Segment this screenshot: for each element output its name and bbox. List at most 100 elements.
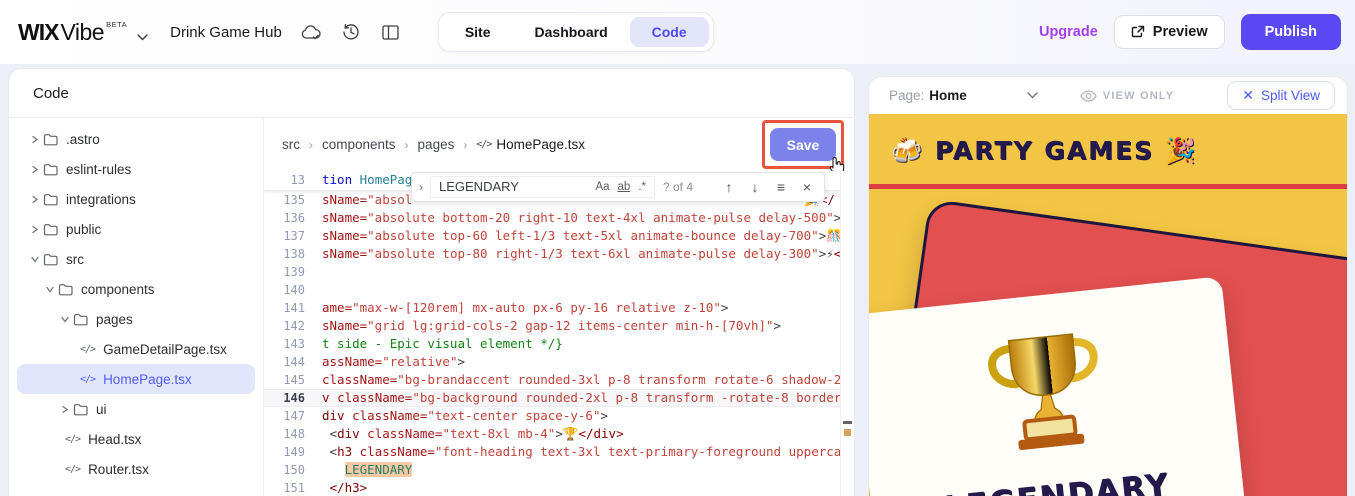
code-line-148[interactable]: 148 <div className="text-8xl mb-4">🏆</di… (264, 425, 854, 443)
code-file-icon: </> (65, 463, 81, 475)
tab-site[interactable]: Site (443, 17, 513, 47)
page-selector-value[interactable]: Home (929, 88, 967, 103)
line-number: 144 (283, 355, 305, 369)
code-line-144[interactable]: 144 assName="relative"> (264, 353, 854, 371)
publish-button[interactable]: Publish (1240, 14, 1341, 50)
tree-folder-integrations[interactable]: integrations (9, 184, 263, 214)
tree-file-homepage-tsx[interactable]: </> HomePage.tsx (17, 364, 255, 394)
tree-file-router-tsx[interactable]: </> Router.tsx (9, 454, 263, 484)
chevron-right-icon[interactable]: › (412, 178, 430, 196)
editor-scrollbar[interactable] (840, 171, 854, 496)
line-number: 13 (290, 173, 305, 187)
breadcrumb-item[interactable]: components (322, 137, 396, 152)
scrollbar-thumb[interactable] (843, 421, 852, 424)
folder-icon (43, 253, 58, 266)
regex-toggle[interactable]: .* (634, 177, 650, 197)
code-file-icon: </> (80, 373, 96, 385)
preview-button[interactable]: Preview (1113, 15, 1225, 49)
tree-folder-ui[interactable]: ui (9, 394, 263, 424)
tab-dashboard[interactable]: Dashboard (513, 17, 630, 47)
rotated-white-card: LEGENDARY (869, 276, 1266, 496)
chevron-icon[interactable] (57, 315, 73, 324)
code-line-138[interactable]: 138 sName="absolute top-80 right-1/3 text… (264, 245, 854, 263)
view-only-label: VIEW ONLY (1102, 89, 1175, 102)
folder-icon (73, 403, 88, 416)
folder-icon (43, 193, 58, 206)
chevron-down-icon[interactable] (137, 33, 148, 41)
split-view-label: Split View (1260, 88, 1320, 103)
line-number: 143 (283, 337, 305, 351)
site-header-title: 🍻 PARTY GAMES 🎉 (891, 136, 1198, 165)
code-file-icon: </> (65, 433, 81, 445)
tree-file-gamedetailpage-tsx[interactable]: </> GameDetailPage.tsx (9, 334, 263, 364)
cloud-check-icon[interactable] (300, 21, 322, 43)
match-case-toggle[interactable]: Aa (591, 177, 613, 197)
chevron-icon[interactable] (57, 405, 73, 414)
line-number: 148 (283, 427, 305, 441)
chevron-icon[interactable] (27, 135, 43, 144)
breadcrumb-item[interactable]: pages (418, 137, 455, 152)
history-icon[interactable] (340, 21, 362, 43)
find-input[interactable]: LEGENDARY Aa ab .* (430, 176, 655, 198)
whole-word-toggle[interactable]: ab (614, 177, 635, 197)
arrow-down-icon[interactable]: ↓ (744, 176, 766, 198)
rotated-red-card: LEGENDARY (869, 198, 1347, 496)
code-line-147[interactable]: 147 div className="text-center space-y-6"… (264, 407, 854, 425)
code-line-143[interactable]: 143 t side - Epic visual element */} (264, 335, 854, 353)
code-line-145[interactable]: 145 className="bg-brandaccent rounded-3xl… (264, 371, 854, 389)
split-view-button[interactable]: ✕ Split View (1227, 81, 1335, 110)
breadcrumb-file-label: HomePage.tsx (496, 137, 585, 152)
code-line-146[interactable]: 146 v className="bg-background rounded-2x… (264, 389, 854, 407)
upgrade-link[interactable]: Upgrade (1039, 24, 1098, 40)
code-area[interactable]: 13tion HomePag 135sName="absol🎉</136sNam… (264, 171, 854, 496)
tree-folder-pages[interactable]: pages (9, 304, 263, 334)
find-results-count: ? of 4 (663, 180, 694, 194)
project-name: Drink Game Hub (170, 23, 282, 41)
split-panel-icon[interactable] (380, 21, 402, 43)
tree-folder-components[interactable]: components (9, 274, 263, 304)
tree-file-head-tsx[interactable]: </> Head.tsx (9, 424, 263, 454)
code-panel-header: Code (9, 69, 854, 118)
tree-folder--astro[interactable]: .astro (9, 124, 263, 154)
code-line-141[interactable]: 141 ame="max-w-[120rem] mx-auto px-6 py-1… (264, 299, 854, 317)
code-line-150[interactable]: 150 LEGENDARY (264, 461, 854, 479)
code-line-151[interactable]: 151 </h3> (264, 479, 854, 496)
code-line-142[interactable]: 142 sName="grid lg:grid-cols-2 gap-12 ite… (264, 317, 854, 335)
line-number: 138 (283, 247, 305, 261)
chevron-icon[interactable] (27, 225, 43, 234)
workspace: Code .astro eslint-rules integrations publi… (0, 64, 1355, 496)
tree-folder-src[interactable]: src (9, 244, 263, 274)
tree-folder-public[interactable]: public (9, 214, 263, 244)
wix-vibe-logo[interactable]: WIX Vibe BETA (18, 19, 127, 46)
file-tree: .astro eslint-rules integrations public src c… (9, 118, 264, 496)
find-in-selection-icon[interactable]: ≡ (770, 176, 792, 198)
tree-item-label: Head.tsx (88, 431, 142, 447)
tree-folder-eslint-rules[interactable]: eslint-rules (9, 154, 263, 184)
code-line-139[interactable]: 139 (264, 263, 854, 281)
page-selector-label: Page: (889, 88, 925, 103)
code-line-137[interactable]: 137 sName="absolute top-60 left-1/3 text-… (264, 227, 854, 245)
external-link-icon (1131, 25, 1145, 39)
chevron-down-icon[interactable] (1027, 92, 1038, 99)
tab-code[interactable]: Code (629, 17, 709, 47)
code-line-140[interactable]: 140 (264, 281, 854, 299)
code-line-149[interactable]: 149 <h3 className="font-heading text-3xl… (264, 443, 854, 461)
code-line-136[interactable]: 136 sName="absolute bottom-20 right-10 te… (264, 209, 854, 227)
breadcrumb-separator-icon: › (309, 137, 313, 152)
code-panel: Code .astro eslint-rules integrations publi… (8, 68, 855, 496)
chevron-icon[interactable] (27, 255, 43, 264)
tree-item-label: Router.tsx (88, 461, 149, 477)
close-icon[interactable]: × (796, 176, 818, 198)
chevron-icon[interactable] (27, 165, 43, 174)
code-editor: src › components › pages › </> HomePage.tsx Sav… (264, 118, 854, 496)
arrow-up-icon[interactable]: ↑ (718, 176, 740, 198)
chevron-icon[interactable] (27, 195, 43, 204)
site-preview: 🍻 PARTY GAMES 🎉 (869, 114, 1347, 496)
trophy-icon (981, 323, 1111, 459)
save-annotation-box: Save (762, 120, 845, 175)
breadcrumb-file[interactable]: </> HomePage.tsx (476, 137, 585, 152)
view-switcher: Site Dashboard Code (437, 12, 714, 52)
breadcrumb-item[interactable]: src (282, 137, 300, 152)
chevron-icon[interactable] (42, 285, 58, 294)
find-query: LEGENDARY (439, 179, 519, 194)
